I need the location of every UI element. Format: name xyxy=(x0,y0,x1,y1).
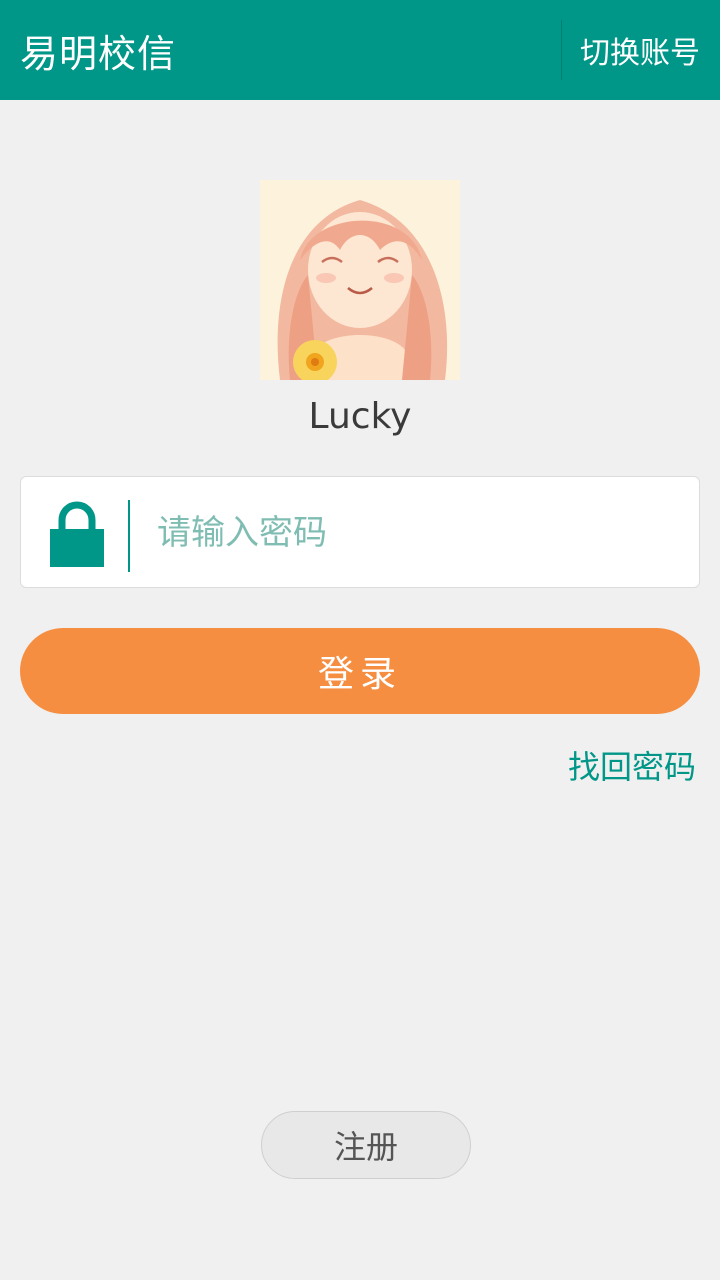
avatar-illustration xyxy=(260,180,460,380)
lock-icon xyxy=(50,501,104,567)
forgot-password-link[interactable]: 找回密码 xyxy=(568,742,696,788)
switch-account-container: 切换账号 xyxy=(561,20,720,80)
password-input[interactable] xyxy=(157,503,677,563)
top-bar: 易明校信 切换账号 xyxy=(0,0,720,100)
switch-account-button[interactable]: 切换账号 xyxy=(580,28,700,72)
input-divider xyxy=(128,500,130,572)
username: Lucky xyxy=(308,396,412,437)
login-screen: 易明校信 切换账号 Lucky 登录 找回密码 注册 xyxy=(0,0,720,1280)
password-card xyxy=(20,476,700,588)
app-title: 易明校信 xyxy=(20,31,177,76)
avatar xyxy=(260,180,460,380)
register-button[interactable]: 注册 xyxy=(261,1111,471,1179)
login-button[interactable]: 登录 xyxy=(20,628,700,714)
